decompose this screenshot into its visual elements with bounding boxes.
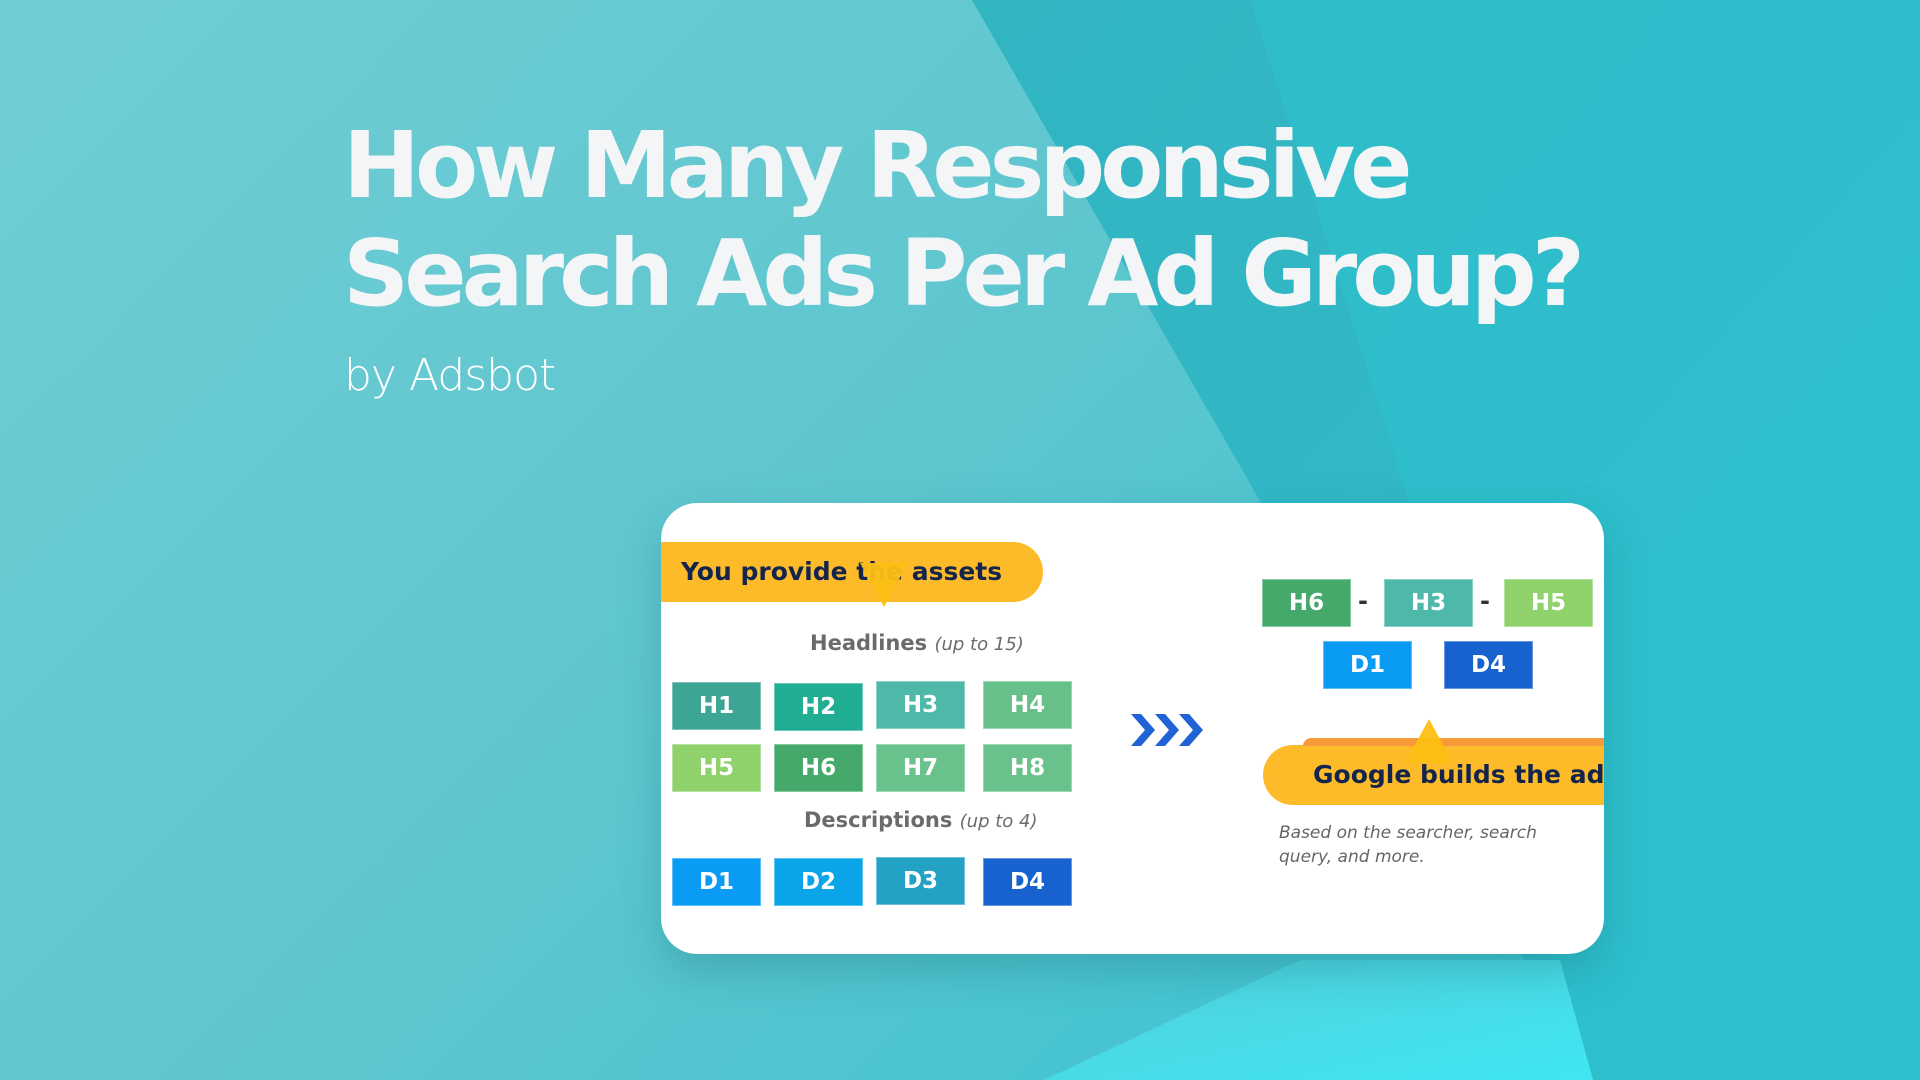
tile-label: D4: [1009, 869, 1046, 895]
pointer-up-icon: [1405, 719, 1453, 763]
assets-banner-text: You provide the assets: [681, 557, 1003, 586]
pointer-down-icon: [860, 563, 908, 607]
rsa-diagram-card: You provide the assets Headlines (up to …: [661, 503, 1604, 954]
tile-label: H8: [1009, 755, 1046, 781]
tile-label: D4: [1470, 652, 1507, 678]
result-description-tile: D1: [1323, 641, 1412, 689]
descriptions-label-text: Descriptions: [804, 808, 953, 832]
descriptions-limit: (up to 4): [959, 811, 1038, 832]
result-headline-tile: H3: [1384, 579, 1473, 627]
title-line-2: Search Ads Per Ad Group?: [343, 220, 1585, 327]
headline-tile: H7: [876, 744, 965, 792]
headlines-label-text: Headlines: [810, 631, 928, 655]
assets-banner: You provide the assets: [661, 542, 1043, 610]
tile-label: H5: [698, 755, 735, 781]
headline-tile: H8: [983, 744, 1072, 792]
tile-label: D2: [800, 869, 837, 895]
tile-label: D3: [902, 868, 939, 894]
tile-label: H7: [902, 755, 939, 781]
triple-chevron-right-icon: [1131, 714, 1203, 746]
tile-label: H1: [698, 693, 735, 719]
background-bright-triangle: [1044, 960, 1593, 1080]
result-headline-tile: H5: [1504, 579, 1593, 627]
tile-label: D1: [698, 869, 735, 895]
tile-label: D1: [1349, 652, 1386, 678]
headline-tile: H4: [983, 681, 1072, 729]
description-tile: D2: [774, 858, 863, 906]
headlines-label: Headlines (up to 15): [810, 631, 1024, 655]
description-tile: D4: [983, 858, 1072, 906]
tile-label: H6: [800, 755, 837, 781]
page-title: How Many Responsive Search Ads Per Ad Gr…: [343, 112, 1643, 328]
descriptions-label: Descriptions (up to 4): [804, 808, 1038, 832]
result-headline-tile: H6: [1262, 579, 1351, 627]
description-tile: D3: [876, 857, 965, 905]
google-note: Based on the searcher, search query, and…: [1279, 823, 1537, 867]
tile-label: H3: [902, 692, 939, 718]
google-banner-text: Google builds the ad: [1313, 760, 1604, 789]
title-line-1: How Many Responsive: [343, 112, 1413, 219]
tile-label: H6: [1288, 590, 1325, 616]
separator: -: [1480, 587, 1490, 615]
separator: -: [1358, 587, 1368, 615]
tile-label: H2: [800, 694, 837, 720]
headline-tile: H3: [876, 681, 965, 729]
tile-label: H3: [1410, 590, 1447, 616]
headline-tile: H5: [672, 744, 761, 792]
headlines-limit: (up to 15): [934, 634, 1024, 655]
headline-tile: H2: [774, 683, 863, 731]
result-description-tile: D4: [1444, 641, 1533, 689]
tile-label: H4: [1009, 692, 1046, 718]
headline-tile: H1: [672, 682, 761, 730]
byline: by Adsbot: [344, 350, 556, 401]
headline-tile: H6: [774, 744, 863, 792]
tile-label: H5: [1530, 590, 1567, 616]
description-tile: D1: [672, 858, 761, 906]
